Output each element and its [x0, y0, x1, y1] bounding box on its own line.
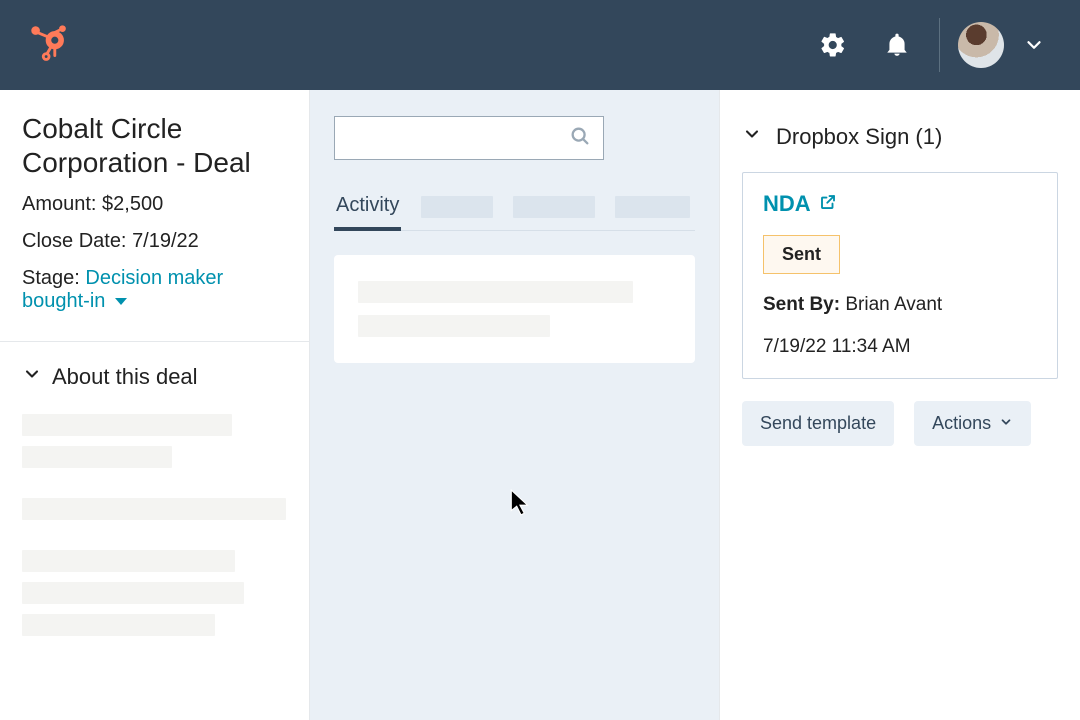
- actions-button[interactable]: Actions: [914, 401, 1031, 446]
- user-avatar[interactable]: [958, 22, 1004, 68]
- placeholder-line: [22, 446, 172, 468]
- tab-activity[interactable]: Activity: [334, 194, 401, 231]
- settings-icon[interactable]: [815, 27, 851, 63]
- deal-amount-label: Amount:: [22, 193, 96, 215]
- sent-by-label: Sent By:: [763, 294, 840, 315]
- placeholder-line: [22, 498, 286, 520]
- external-link-icon[interactable]: [819, 193, 837, 216]
- search-input[interactable]: [347, 129, 569, 147]
- send-template-label: Send template: [760, 413, 876, 434]
- sent-timestamp: 7/19/22 11:34 AM: [763, 336, 1037, 358]
- placeholder-line: [22, 550, 235, 572]
- placeholder-line: [22, 582, 244, 604]
- caret-down-icon: [115, 290, 127, 313]
- chevron-down-icon: [742, 124, 762, 150]
- search-box[interactable]: [334, 116, 604, 160]
- deal-close-date-label: Close Date:: [22, 230, 127, 252]
- deal-amount: Amount: $2,500: [22, 193, 287, 216]
- deal-stage-label: Stage:: [22, 267, 80, 289]
- send-template-button[interactable]: Send template: [742, 401, 894, 446]
- deal-stage: Stage: Decision maker bought-in: [22, 267, 287, 313]
- dropbox-sign-panel-title: Dropbox Sign (1): [776, 124, 942, 150]
- activity-tabs: Activity: [334, 194, 695, 231]
- account-menu-chevron-icon[interactable]: [1016, 27, 1052, 63]
- topbar-divider: [939, 18, 940, 72]
- right-sidebar: Dropbox Sign (1) NDA Sent Sent By: Brian…: [720, 90, 1080, 720]
- document-link[interactable]: NDA: [763, 191, 811, 217]
- chevron-down-icon: [999, 413, 1013, 434]
- left-sidebar: Cobalt Circle Corporation - Deal Amount:…: [0, 90, 310, 720]
- deal-title: Cobalt Circle Corporation - Deal: [22, 112, 287, 179]
- dropbox-sign-panel-toggle[interactable]: Dropbox Sign (1): [742, 124, 1058, 150]
- signature-card: NDA Sent Sent By: Brian Avant 7/19/22 11…: [742, 172, 1058, 379]
- tab-placeholder: [615, 196, 690, 218]
- placeholder-line: [22, 614, 215, 636]
- placeholder-line: [358, 315, 550, 337]
- notifications-icon[interactable]: [879, 27, 915, 63]
- placeholder-line: [22, 414, 232, 436]
- about-deal-toggle[interactable]: About this deal: [22, 364, 287, 390]
- deal-amount-value: $2,500: [102, 193, 163, 215]
- tab-placeholder: [421, 196, 493, 218]
- center-panel: Activity: [310, 90, 720, 720]
- activity-card: [334, 255, 695, 363]
- placeholder-line: [358, 281, 633, 303]
- tab-placeholder: [513, 196, 595, 218]
- about-deal-title: About this deal: [52, 364, 198, 390]
- deal-close-date-value: 7/19/22: [132, 230, 199, 252]
- top-nav: [0, 0, 1080, 90]
- search-icon: [569, 125, 591, 152]
- chevron-down-icon: [22, 364, 42, 390]
- status-badge: Sent: [763, 235, 840, 274]
- sent-by: Sent By: Brian Avant: [763, 294, 1037, 316]
- deal-close-date: Close Date: 7/19/22: [22, 230, 287, 253]
- sent-by-value: Brian Avant: [845, 294, 942, 315]
- actions-label: Actions: [932, 413, 991, 434]
- hubspot-logo[interactable]: [22, 18, 77, 73]
